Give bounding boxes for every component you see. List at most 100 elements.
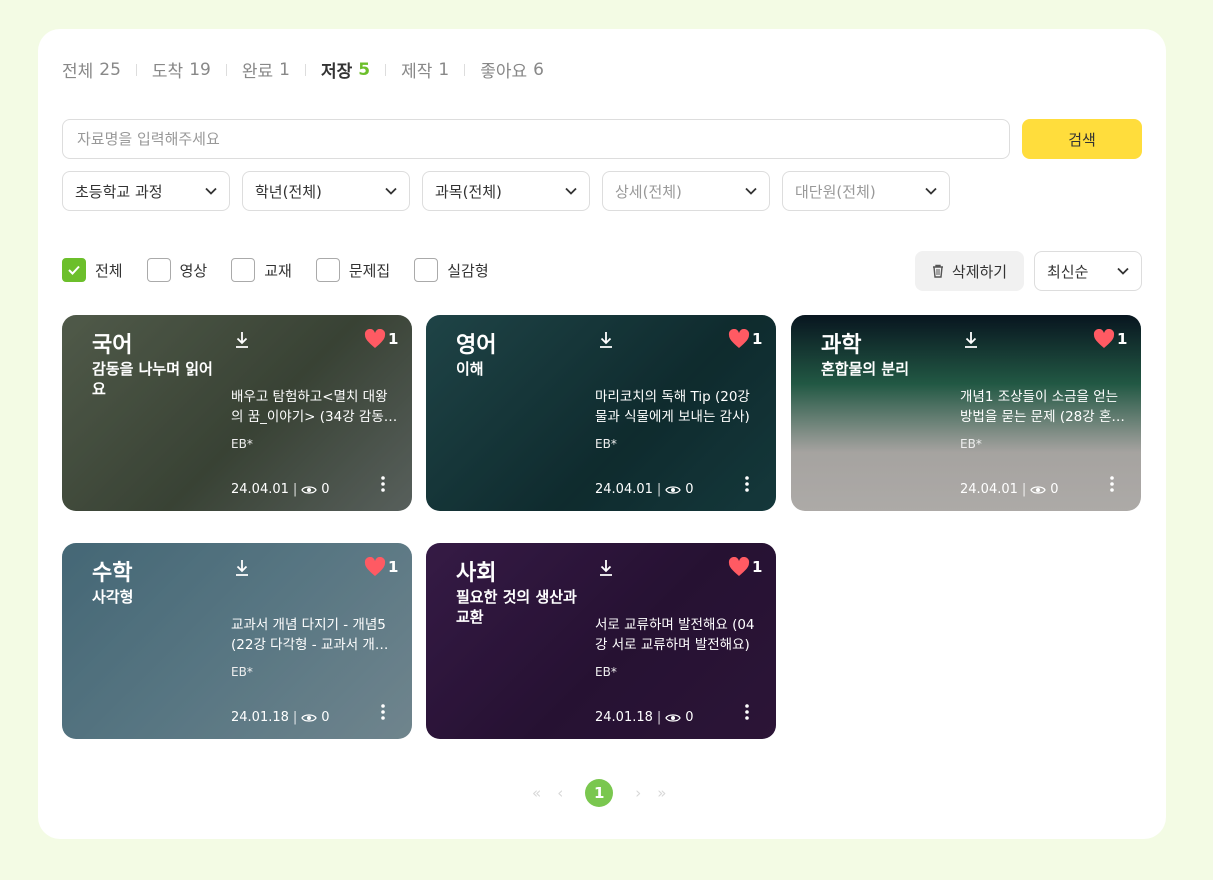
tab-count: 5: [358, 59, 371, 80]
tab-count: 25: [99, 59, 121, 80]
tab-saved[interactable]: 저장 5: [320, 57, 371, 83]
card-meta: 24.04.01 | 0: [231, 482, 330, 497]
tab-all[interactable]: 전체 25: [62, 57, 121, 83]
filter-textbook-checkbox[interactable]: 교재: [231, 258, 292, 282]
page-1-button[interactable]: 1: [585, 779, 614, 807]
card-meta: 24.04.01 | 0: [960, 482, 1059, 497]
tab-count: 1: [438, 59, 450, 80]
content-card[interactable]: 국어 감동을 나누며 읽어요 1 배우고 탐험하고<멸치 대왕의 꿈_이야기> …: [62, 315, 412, 511]
card-date: 24.01.18: [595, 710, 653, 725]
content-card[interactable]: 사회 필요한 것의 생산과 교환 1 서로 교류하며 발전해요 (04강 서로 …: [426, 543, 776, 739]
sort-select[interactable]: 최신순: [1034, 251, 1142, 291]
delete-button[interactable]: 삭제하기: [915, 251, 1024, 291]
select-label: 대단원(전체): [795, 182, 876, 201]
content-card[interactable]: 과학 혼합물의 분리 1 개념1 조상들이 소금을 얻는 방법을 묻는 문제 (…: [791, 315, 1141, 511]
download-icon[interactable]: [963, 331, 979, 349]
checkbox-box: [62, 258, 86, 282]
card-subject: 영어: [456, 333, 497, 358]
like-count: 1: [388, 330, 399, 348]
chevron-down-icon: [925, 187, 937, 195]
unit-select[interactable]: 대단원(전체): [782, 171, 950, 211]
checkbox-label: 문제집: [348, 261, 391, 280]
tab-divider: [225, 63, 227, 76]
card-meta: 24.04.01 | 0: [595, 482, 694, 497]
checkbox-box: [315, 258, 340, 282]
heart-icon: [728, 557, 750, 576]
chevron-down-icon: [565, 187, 577, 195]
more-icon[interactable]: [1109, 475, 1115, 493]
checkbox-box: [231, 258, 256, 282]
download-icon[interactable]: [234, 331, 250, 349]
eye-icon: [301, 713, 318, 722]
tab-arrived[interactable]: 도착 19: [151, 57, 211, 83]
pagination: « ‹ 1 › »: [524, 779, 674, 807]
like-count: 1: [1117, 330, 1128, 348]
grade-select[interactable]: 학년(전체): [242, 171, 410, 211]
subject-select[interactable]: 과목(전체): [422, 171, 590, 211]
card-unit: 사각형: [92, 588, 134, 606]
tab-label: 전체: [62, 62, 94, 82]
card-author: EB*: [595, 437, 617, 451]
filter-immersive-checkbox[interactable]: 실감형: [414, 258, 489, 282]
card-views: 0: [1050, 482, 1059, 497]
like-count: 1: [752, 330, 763, 348]
more-icon[interactable]: [380, 703, 386, 721]
card-unit: 감동을 나누며 읽어요: [92, 360, 213, 398]
card-views: 0: [685, 482, 694, 497]
check-icon: [68, 265, 80, 275]
tab-label: 저장: [320, 62, 353, 82]
card-author: EB*: [231, 437, 253, 451]
tab-count: 6: [533, 59, 544, 80]
tab-completed[interactable]: 완료 1: [242, 57, 290, 83]
tab-liked[interactable]: 좋아요 6: [480, 57, 544, 83]
eye-icon: [1030, 485, 1047, 494]
checkbox-label: 전체: [95, 261, 123, 280]
next-page-button[interactable]: ›: [635, 784, 641, 802]
last-page-button[interactable]: »: [657, 784, 666, 802]
content-card[interactable]: 영어 이해 1 마리코치의 독해 Tip (20강 물과 식물에게 보내는 감사…: [426, 315, 776, 511]
download-icon[interactable]: [598, 331, 614, 349]
search-input[interactable]: [62, 119, 1010, 159]
detail-select[interactable]: 상세(전체): [602, 171, 770, 211]
checkbox-label: 실감형: [447, 261, 489, 280]
course-select[interactable]: 초등학교 과정: [62, 171, 230, 211]
select-label: 과목(전체): [435, 182, 502, 201]
tab-label: 좋아요: [480, 62, 528, 82]
card-views: 0: [685, 710, 694, 725]
eye-icon: [665, 713, 682, 722]
checkbox-box: [146, 258, 171, 282]
filter-workbook-checkbox[interactable]: 문제집: [315, 258, 391, 282]
tab-divider: [464, 63, 466, 76]
like-button[interactable]: 1: [728, 557, 762, 577]
card-meta: 24.01.18 | 0: [595, 710, 694, 725]
tab-count: 1: [279, 59, 290, 80]
card-unit: 이해: [456, 360, 484, 378]
tab-label: 도착: [151, 62, 184, 82]
card-author: EB*: [231, 665, 253, 679]
filter-all-checkbox[interactable]: 전체: [62, 258, 123, 282]
search-button[interactable]: 검색: [1022, 119, 1142, 159]
first-page-button[interactable]: «: [532, 784, 541, 802]
prev-page-button[interactable]: ‹: [557, 784, 563, 802]
like-button[interactable]: 1: [728, 329, 762, 349]
card-date: 24.04.01: [231, 482, 289, 497]
card-unit: 필요한 것의 생산과 교환: [456, 588, 577, 626]
card-subject: 과학: [821, 333, 862, 358]
download-icon[interactable]: [234, 559, 250, 577]
like-button[interactable]: 1: [364, 557, 398, 577]
like-button[interactable]: 1: [1093, 329, 1127, 349]
more-icon[interactable]: [744, 475, 750, 493]
content-card[interactable]: 수학 사각형 1 교과서 개념 다지기 - 개념5 (22강 다각형 - 교과서…: [62, 543, 412, 739]
filter-video-checkbox[interactable]: 영상: [146, 258, 208, 282]
content-panel: 전체25 도착19 완료1 저장5 제작1 좋아요6 검색 초등학교 과정 학년…: [38, 29, 1166, 839]
checkbox-label: 영상: [179, 261, 208, 280]
card-subject: 수학: [92, 561, 133, 586]
card-date: 24.04.01: [595, 482, 653, 497]
download-icon[interactable]: [598, 559, 614, 577]
more-icon[interactable]: [744, 703, 750, 721]
tab-created[interactable]: 제작 1: [401, 57, 450, 83]
tab-divider: [385, 63, 387, 76]
more-icon[interactable]: [380, 475, 386, 493]
chevron-down-icon: [745, 187, 757, 195]
like-button[interactable]: 1: [364, 329, 398, 349]
